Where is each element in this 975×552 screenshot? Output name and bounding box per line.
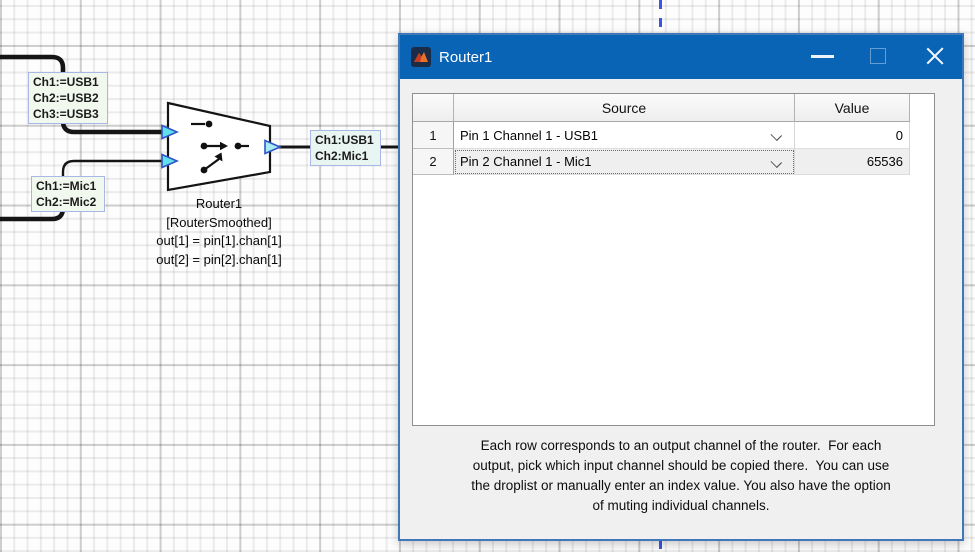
source-dropdown-row1-value: Pin 1 Channel 1 - USB1: [460, 128, 598, 143]
header-source-cell: Source: [454, 94, 795, 122]
header-filler: [910, 94, 934, 122]
close-button[interactable]: [906, 35, 962, 79]
close-icon: [925, 46, 945, 66]
output-port-icon[interactable]: [265, 141, 280, 154]
router-output-label[interactable]: Ch1:USB1 Ch2:Mic1: [310, 130, 381, 166]
mic-channels-label[interactable]: Ch1:=Mic1 Ch2:=Mic2: [31, 176, 105, 212]
router1-dialog-window[interactable]: Router1 Source Value: [398, 33, 964, 541]
table-row[interactable]: 2 Pin 2 Channel 1 - Mic1 65536: [413, 149, 934, 175]
table-row[interactable]: 1 Pin 1 Channel 1 - USB1 0: [413, 122, 934, 149]
maximize-icon: [870, 48, 886, 64]
dialog-title: Router1: [439, 49, 492, 66]
source-dropdown-row1[interactable]: Pin 1 Channel 1 - USB1: [454, 122, 795, 149]
header-index-cell: [413, 94, 454, 122]
matlab-logo-icon: [411, 47, 431, 67]
routing-table[interactable]: Source Value 1 Pin 1 Channel 1 - USB1 0 …: [412, 93, 935, 426]
table-header-row: Source Value: [413, 94, 934, 122]
row-number-cell: 2: [413, 149, 454, 175]
header-value-cell: Value: [795, 94, 910, 122]
maximize-button[interactable]: [850, 35, 906, 79]
usb-channels-label[interactable]: Ch1:=USB1 Ch2:=USB2 Ch3:=USB3: [28, 72, 108, 124]
value-cell-row1[interactable]: 0: [795, 122, 910, 149]
chevron-down-icon[interactable]: [771, 131, 780, 140]
minimize-icon: [811, 55, 834, 58]
row-number-cell: 1: [413, 122, 454, 149]
dialog-description-text: Each row corresponds to an output channe…: [400, 436, 962, 516]
source-dropdown-row2[interactable]: Pin 2 Channel 1 - Mic1: [454, 149, 795, 175]
value-cell-row2[interactable]: 65536: [795, 149, 910, 175]
designer-canvas[interactable]: Ch1:=USB1 Ch2:=USB2 Ch3:=USB3 Ch1:=Mic1 …: [0, 0, 975, 552]
router-block-caption: Router1 [RouterSmoothed] out[1] = pin[1]…: [118, 195, 320, 269]
dialog-titlebar[interactable]: Router1: [400, 35, 962, 79]
minimize-button[interactable]: [794, 35, 850, 79]
chevron-down-icon[interactable]: [771, 158, 780, 167]
source-dropdown-row2-value: Pin 2 Channel 1 - Mic1: [460, 154, 592, 169]
